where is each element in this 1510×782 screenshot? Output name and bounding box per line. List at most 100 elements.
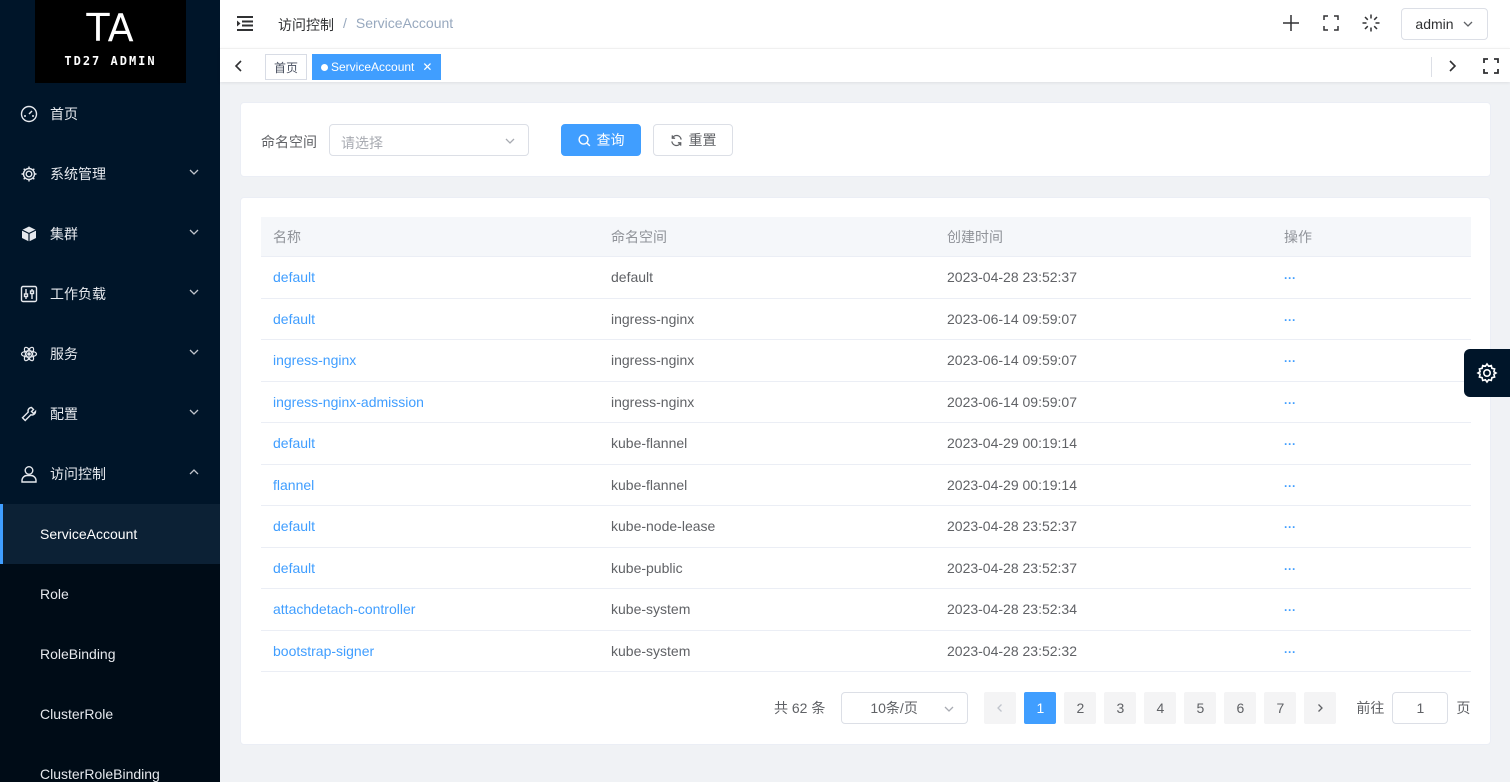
cell-name: ingress-nginx [261,352,599,368]
page-size-select[interactable]: 10条/页 [841,692,969,724]
sidebar-item-clusterrole[interactable]: ClusterRole [0,684,220,744]
resource-name-link[interactable]: attachdetach-controller [273,601,415,617]
sidebar-item-role[interactable]: Role [0,564,220,624]
user-name: admin [1415,16,1454,32]
cell-name: ingress-nginx-admission [261,394,599,410]
query-button[interactable]: 查询 [561,124,641,156]
wrench-icon [20,405,38,423]
cell-namespace: kube-flannel [611,476,688,493]
breadcrumb-item[interactable]: 访问控制 [278,15,334,35]
cell-created: 2023-04-28 23:52:37 [947,559,1077,576]
next-page-button[interactable] [1304,692,1337,724]
chevron-down-icon [189,169,199,175]
gear-icon [20,165,38,183]
tab-label: ServiceAccount [331,60,415,74]
user-dropdown[interactable]: admin [1401,8,1488,40]
page-number-button[interactable]: 1 [1024,692,1057,724]
plus-icon[interactable] [1281,13,1301,33]
page-number-button[interactable]: 6 [1224,692,1257,724]
more-actions-button[interactable]: ··· [1284,479,1296,493]
loading-icon[interactable] [1361,13,1381,33]
table-panel: 名称 命名空间 创建时间 操作 default default 2023-04-28… [240,197,1491,745]
cell-namespace: kube-system [611,601,691,618]
chevron-down-icon [1463,21,1473,27]
sidebar-item-rolebinding[interactable]: RoleBinding [0,624,220,684]
page-number-button[interactable]: 3 [1104,692,1137,724]
resource-name-link[interactable]: default [273,311,315,327]
more-actions-button[interactable]: ··· [1284,354,1296,368]
sidebar-item-service[interactable]: 服务 [0,324,220,384]
sidebar-item-home[interactable]: 首页 [0,84,220,144]
sidebar-item-serviceaccount[interactable]: ServiceAccount [0,504,220,564]
cell-namespace: ingress-nginx [611,310,695,327]
chevron-down-icon [189,289,199,295]
resource-name-link[interactable]: flannel [273,477,314,493]
close-icon[interactable]: ✕ [422,60,432,74]
cell-actions: ··· [1272,643,1471,659]
sidebar-item-clusterrolebinding[interactable]: ClusterRoleBinding [0,744,220,782]
more-actions-button[interactable]: ··· [1284,437,1296,451]
resource-name-link[interactable]: default [273,269,315,285]
settings-button[interactable] [1464,349,1510,397]
namespace-placeholder: 请选择 [341,135,383,151]
more-actions-button[interactable]: ··· [1284,603,1296,617]
more-actions-button[interactable]: ··· [1284,271,1296,285]
cell-actions: ··· [1272,560,1471,576]
more-actions-button[interactable]: ··· [1284,645,1296,659]
sliders-icon [20,285,38,303]
sidebar-menu: 首页 系统管理 集群 工作负载 服务 配置 访问控制 ServiceAccoun… [0,84,220,782]
resource-name-link[interactable]: default [273,518,315,534]
cell-created: 2023-06-14 09:59:07 [947,393,1077,410]
more-actions-button[interactable]: ··· [1284,313,1296,327]
sidebar-item-label: 访问控制 [50,466,106,482]
resource-name-link[interactable]: default [273,560,315,576]
fullscreen-icon[interactable] [1321,13,1341,33]
tabs-scroll-left[interactable] [220,49,258,83]
table-body: default default 2023-04-28 23:52:37 ··· defa… [261,257,1471,672]
cell-created: 2023-06-14 09:59:07 [947,310,1077,327]
resource-name-link[interactable]: bootstrap-signer [273,643,374,659]
chevron-up-icon [189,469,199,475]
page-number-button[interactable]: 7 [1264,692,1297,724]
table-row: bootstrap-signer kube-system 2023-04-28 23… [261,631,1471,672]
cell-actions: ··· [1272,352,1471,368]
namespace-label: 命名空间 [261,134,317,150]
search-panel: 命名空间 请选择 查询 重置 [240,102,1491,177]
tabs-fullscreen[interactable] [1472,49,1510,83]
cell-created: 2023-04-28 23:52:34 [947,601,1077,618]
resource-name-link[interactable]: default [273,435,315,451]
page-list: 1234567 [1024,692,1304,724]
sidebar-item-workload[interactable]: 工作负载 [0,264,220,324]
reset-button[interactable]: 重置 [653,124,733,156]
search-icon [577,133,590,146]
sidebar-item-label: 工作负载 [50,286,106,302]
sidebar-item-cluster[interactable]: 集群 [0,204,220,264]
sidebar-item-access-control[interactable]: 访问控制 [0,444,220,504]
sidebar-item-config[interactable]: 配置 [0,384,220,444]
divider [1431,57,1432,77]
resource-name-link[interactable]: ingress-nginx-admission [273,394,424,410]
tab-home[interactable]: 首页 [265,54,308,80]
resource-name-link[interactable]: ingress-nginx [273,352,356,368]
prev-page-button[interactable] [984,692,1017,724]
chevron-down-icon [189,229,199,235]
table-row: flannel kube-flannel 2023-04-29 00:19:14 ··… [261,465,1471,506]
more-actions-button[interactable]: ··· [1284,396,1296,410]
cell-created: 2023-04-28 23:52:37 [947,518,1077,535]
page-number-button[interactable]: 4 [1144,692,1177,724]
menu-fold-icon[interactable] [236,14,254,32]
more-actions-button[interactable]: ··· [1284,562,1296,576]
tabs-scroll-right[interactable] [1433,49,1471,83]
goto-suffix: 页 [1456,700,1471,716]
page-number-button[interactable]: 2 [1064,692,1097,724]
tab-serviceaccount[interactable]: ServiceAccount ✕ [312,54,442,80]
namespace-select[interactable]: 请选择 [329,124,529,156]
more-actions-button[interactable]: ··· [1284,520,1296,534]
cell-created: 2023-06-14 09:59:07 [947,352,1077,369]
goto-page-input[interactable]: 1 [1392,692,1449,724]
active-dot [321,63,328,71]
sidebar-item-label: 系统管理 [50,166,106,182]
atom-icon [20,345,38,363]
sidebar-item-system[interactable]: 系统管理 [0,144,220,204]
page-number-button[interactable]: 5 [1184,692,1217,724]
